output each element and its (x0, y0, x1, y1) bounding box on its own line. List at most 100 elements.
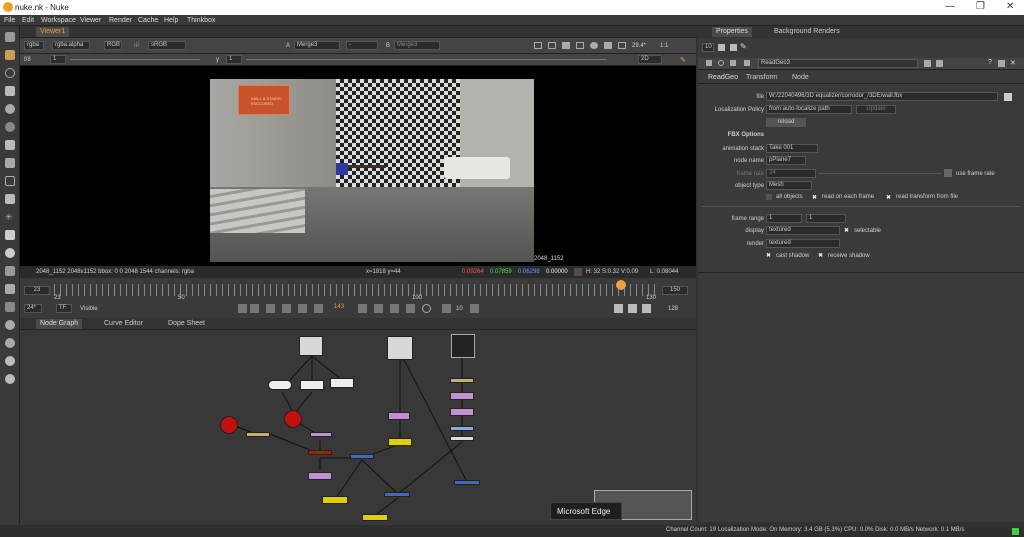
prev-key-icon[interactable] (282, 304, 291, 313)
menu-file[interactable]: File (4, 17, 15, 24)
collapse-icon[interactable] (706, 60, 712, 66)
gain-value[interactable]: 1 (50, 55, 66, 64)
menu-edit[interactable]: Edit (22, 17, 34, 24)
prev-frame-icon[interactable] (298, 304, 307, 313)
file-field[interactable]: W:/22040496/3D equalizer/corrodor_/3DE/w… (766, 92, 998, 101)
next-key-icon[interactable] (390, 304, 399, 313)
camera-node[interactable] (220, 416, 238, 434)
3d-icon[interactable] (5, 194, 15, 204)
channel-icon[interactable] (5, 86, 15, 96)
help-icon[interactable]: ? (988, 59, 992, 66)
ofx-icon[interactable] (5, 338, 15, 348)
global-end-frame[interactable]: 150 (662, 286, 688, 295)
transform-node-2[interactable] (450, 378, 474, 383)
merge-icon[interactable] (5, 158, 15, 168)
tab-transform[interactable]: Transform (742, 73, 782, 83)
minimize-button[interactable]: — (945, 1, 955, 12)
grade-node-1[interactable] (310, 432, 332, 437)
grade-node-5[interactable] (450, 408, 474, 416)
shuffle-node[interactable] (450, 436, 474, 441)
end-frame-field[interactable]: 128 (668, 306, 678, 312)
colorcorrect-node[interactable] (450, 426, 474, 431)
merge-node-2[interactable] (454, 480, 480, 485)
pencil-icon[interactable]: ✎ (680, 56, 686, 64)
viewer-canvas[interactable]: WALL & STAIRS ENCLOSED 2048_1152 (20, 66, 696, 266)
frame-rate-field[interactable]: 24 (766, 169, 816, 178)
backdrop-node-1[interactable] (388, 438, 412, 446)
read-each-frame-checkbox[interactable]: ✖ (812, 194, 817, 201)
proxy-icon[interactable] (548, 42, 556, 49)
color-icon-2[interactable] (730, 60, 736, 66)
read-transform-checkbox[interactable]: ✖ (886, 194, 891, 201)
float-panel-icon[interactable] (998, 60, 1005, 67)
use-frame-rate-checkbox[interactable] (944, 169, 952, 177)
roi-icon[interactable] (534, 42, 542, 49)
dot-node[interactable] (268, 380, 292, 390)
lock-icon[interactable] (604, 42, 612, 49)
gain-slider[interactable] (70, 59, 200, 60)
alpha-select[interactable]: rgba.alpha (52, 41, 90, 50)
scene-node[interactable] (284, 410, 302, 428)
folder-icon[interactable] (1004, 93, 1012, 101)
node-name-field[interactable]: ReadGeo3 (758, 59, 918, 68)
undo-icon[interactable] (936, 60, 943, 67)
display-select[interactable]: textured (766, 226, 840, 235)
frame-range-end[interactable]: 1 (806, 214, 846, 223)
localization-select[interactable]: from auto-localize path (766, 105, 852, 114)
view-mode-select[interactable]: 2D (638, 55, 662, 64)
menu-cache[interactable]: Cache (138, 17, 158, 24)
revert-icon[interactable] (744, 60, 750, 66)
bookmark-icon[interactable] (642, 304, 651, 313)
play-reverse-icon[interactable] (314, 304, 323, 313)
animation-stack-select[interactable]: Take 001 (766, 144, 818, 153)
time-icon[interactable] (5, 68, 15, 78)
backdrop-node-2[interactable] (322, 496, 348, 504)
frame-range-start[interactable]: 1 (766, 214, 802, 223)
fps-select[interactable]: 24* (24, 304, 42, 313)
channels-select[interactable]: rgba (24, 41, 44, 50)
skip-back-icon[interactable] (442, 304, 451, 313)
current-frame-field[interactable]: 143 (332, 304, 352, 313)
merge-node-1[interactable] (350, 454, 374, 459)
toolsets-icon[interactable] (5, 284, 15, 294)
ip-button[interactable]: IP (134, 43, 140, 49)
center-icon[interactable] (718, 60, 724, 66)
pause-icon[interactable] (618, 42, 626, 49)
tab-background-renders[interactable]: Background Renders (770, 27, 844, 37)
colorspace-select[interactable]: RGB (104, 41, 122, 50)
read-node-1[interactable] (299, 336, 323, 356)
selectable-checkbox[interactable]: ✖ (844, 227, 849, 234)
particles-icon[interactable]: ✳ (5, 212, 15, 222)
cast-shadow-checkbox[interactable]: ✖ (766, 252, 771, 259)
node-name-select[interactable]: pPlane7 (766, 156, 806, 165)
keentools-icon[interactable] (5, 374, 15, 384)
maximize-button[interactable]: ❐ (976, 1, 985, 12)
lut-select[interactable]: sRGB (148, 41, 186, 50)
timeline-ruler[interactable] (54, 284, 656, 296)
color-icon[interactable] (5, 104, 15, 114)
play-backward-icon[interactable] (238, 304, 247, 313)
tf-select[interactable]: TF (56, 304, 72, 313)
menu-render[interactable]: Render (109, 17, 132, 24)
close-all-icon[interactable] (730, 44, 737, 51)
frame-rate-slider[interactable] (818, 173, 942, 174)
tab-readgeo[interactable]: ReadGeo (704, 73, 742, 83)
visible-select[interactable]: Visible (80, 306, 98, 312)
loop-icon[interactable] (422, 304, 431, 313)
skip-forward-icon[interactable] (470, 304, 479, 313)
render-select[interactable]: textured (766, 239, 840, 248)
pointer-icon[interactable] (5, 32, 15, 42)
max-panels-field[interactable]: 10 (702, 43, 714, 52)
crop-node[interactable] (300, 380, 324, 390)
float-icon[interactable] (924, 60, 931, 67)
render-node[interactable] (308, 450, 332, 455)
menu-help[interactable]: Help (164, 17, 178, 24)
range-icon[interactable] (250, 304, 259, 313)
grade-node-2[interactable] (308, 472, 332, 480)
views-icon[interactable] (5, 248, 15, 258)
step-field[interactable]: 10 (456, 306, 463, 312)
other-icon[interactable] (5, 302, 15, 312)
tab-viewer1[interactable]: Viewer1 (36, 27, 70, 37)
gamma-slider[interactable] (246, 59, 606, 60)
grade-node-4[interactable] (450, 392, 474, 400)
